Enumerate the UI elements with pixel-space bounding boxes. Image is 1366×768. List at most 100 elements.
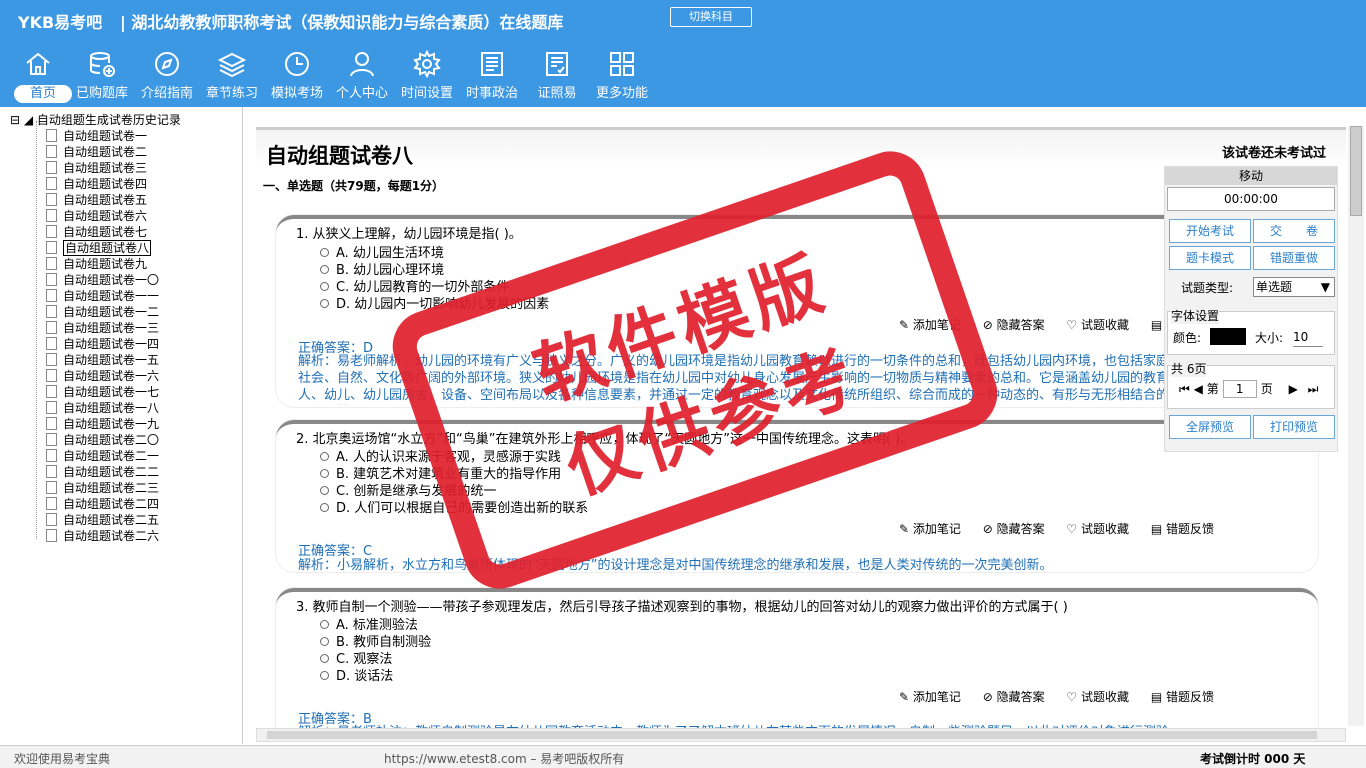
- tree-item[interactable]: 自动组题试卷一一: [46, 288, 159, 304]
- tree-item[interactable]: 自动组题试卷二六: [46, 528, 159, 544]
- next-page-icon[interactable]: ▶: [1289, 382, 1298, 396]
- font-size-input[interactable]: 10: [1293, 327, 1323, 347]
- question-type-select[interactable]: 单选题 ▼: [1253, 277, 1335, 297]
- document-icon: [46, 273, 57, 286]
- tree-item-label: 自动组题试卷二五: [63, 513, 160, 527]
- scroll-thumb[interactable]: [267, 731, 1317, 739]
- tree-item[interactable]: 自动组题试卷二二: [46, 464, 159, 480]
- radio-icon[interactable]: [320, 452, 329, 461]
- card-mode-button[interactable]: 题卡模式: [1169, 246, 1251, 270]
- hide-answer-button[interactable]: ⊘ 隐藏答案: [983, 522, 1045, 536]
- fullscreen-preview-button[interactable]: 全屏预览: [1169, 415, 1251, 439]
- tree-item-label: 自动组题试卷九: [63, 257, 148, 271]
- feedback-button[interactable]: ▤ 错题反馈: [1151, 690, 1214, 704]
- tree-item[interactable]: 自动组题试卷七: [46, 224, 147, 240]
- radio-icon[interactable]: [320, 503, 329, 512]
- scroll-thumb[interactable]: [1350, 126, 1362, 216]
- move-handle[interactable]: 移动: [1165, 167, 1337, 185]
- tree-item-label: 自动组题试卷一六: [63, 369, 160, 383]
- add-note-button[interactable]: ✎ 添加笔记: [899, 690, 961, 704]
- radio-icon[interactable]: [320, 637, 329, 646]
- start-exam-button[interactable]: 开始考试: [1169, 219, 1251, 243]
- radio-icon[interactable]: [320, 671, 329, 680]
- question-tools: ✎ 添加笔记 ⊘ 隐藏答案 ♡ 试题收藏 ▤ 错题反馈: [881, 688, 1214, 705]
- favorite-button[interactable]: ♡ 试题收藏: [1066, 690, 1129, 704]
- tree-item[interactable]: 自动组题试卷二一: [46, 448, 159, 464]
- submit-button[interactable]: 交 卷: [1253, 219, 1335, 243]
- document-icon: [46, 257, 57, 270]
- tree-item[interactable]: 自动组题试卷六: [46, 208, 147, 224]
- document-icon: [46, 289, 57, 302]
- tree-item[interactable]: 自动组题试卷八: [46, 240, 152, 256]
- nav-chapter-practice[interactable]: 章节练习: [200, 44, 264, 106]
- tree-item[interactable]: 自动组题试卷九: [46, 256, 147, 272]
- tree-item[interactable]: 自动组题试卷一五: [46, 352, 159, 368]
- user-icon: [350, 52, 374, 77]
- question-card: 3. 教师自制一个测验——带孩子参观理发店，然后引导孩子描述观察到的事物，根据幼…: [276, 588, 1318, 732]
- tree-item[interactable]: 自动组题试卷四: [46, 176, 147, 192]
- tree-item[interactable]: 自动组题试卷三: [46, 160, 147, 176]
- add-note-button[interactable]: ✎ 添加笔记: [899, 522, 961, 536]
- document-icon: [46, 449, 57, 462]
- switch-subject-button[interactable]: 切换科目: [670, 7, 752, 27]
- radio-icon[interactable]: [320, 248, 329, 257]
- tree-item-label: 自动组题试卷一九: [63, 417, 160, 431]
- nav-current-affairs[interactable]: 时事政治: [460, 44, 524, 106]
- nav-home[interactable]: 首页: [6, 44, 72, 106]
- font-color-swatch[interactable]: [1210, 328, 1246, 345]
- radio-icon[interactable]: [320, 265, 329, 274]
- tree-item[interactable]: 自动组题试卷一二: [46, 304, 159, 320]
- page-input[interactable]: 1: [1222, 380, 1257, 398]
- hide-answer-button[interactable]: ⊘ 隐藏答案: [983, 690, 1045, 704]
- radio-icon[interactable]: [320, 282, 329, 291]
- paper-title: 自动组题试卷八: [266, 144, 413, 168]
- tree-item[interactable]: 自动组题试卷一七: [46, 384, 159, 400]
- favorite-button[interactable]: ♡ 试题收藏: [1066, 318, 1129, 332]
- tree-item[interactable]: 自动组题试卷一八: [46, 400, 159, 416]
- radio-icon[interactable]: [320, 654, 329, 663]
- radio-icon[interactable]: [320, 486, 329, 495]
- tree-item[interactable]: 自动组题试卷二五: [46, 512, 159, 528]
- nav-label: 介绍指南: [140, 86, 193, 101]
- tree-item[interactable]: 自动组题试卷二〇: [46, 432, 159, 448]
- tree-item[interactable]: 自动组题试卷一〇: [46, 272, 159, 288]
- nav-guide[interactable]: 介绍指南: [135, 44, 199, 106]
- nav-certificate[interactable]: 证照易: [525, 44, 589, 106]
- nav-purchased[interactable]: 已购题库: [70, 44, 134, 106]
- tree-item[interactable]: 自动组题试卷五: [46, 192, 147, 208]
- hide-answer-button[interactable]: ⊘ 隐藏答案: [983, 318, 1045, 332]
- tool-label: 隐藏答案: [996, 522, 1045, 536]
- horizontal-scrollbar[interactable]: [256, 728, 1346, 742]
- nav-mock-exam[interactable]: 模拟考场: [265, 44, 329, 106]
- tree-item[interactable]: 自动组题试卷一六: [46, 368, 159, 384]
- vertical-scrollbar[interactable]: [1348, 126, 1364, 726]
- nav-label: 时间设置: [400, 86, 453, 101]
- print-preview-button[interactable]: 打印预览: [1253, 415, 1335, 439]
- tree-item[interactable]: 自动组题试卷二三: [46, 480, 159, 496]
- tree-item[interactable]: 自动组题试卷二四: [46, 496, 159, 512]
- tree-item[interactable]: 自动组题试卷一三: [46, 320, 159, 336]
- tree-item[interactable]: 自动组题试卷二: [46, 144, 147, 160]
- option-d[interactable]: D. 谈话法: [320, 665, 393, 684]
- tree-item-label: 自动组题试卷一二: [63, 305, 160, 319]
- option-label: D. 谈话法: [336, 669, 394, 684]
- favorite-button[interactable]: ♡ 试题收藏: [1066, 522, 1129, 536]
- nav-time-settings[interactable]: 时间设置: [395, 44, 459, 106]
- tree-item[interactable]: 自动组题试卷一: [46, 128, 147, 144]
- tree-item[interactable]: 自动组题试卷一九: [46, 416, 159, 432]
- radio-icon[interactable]: [320, 620, 329, 629]
- exam-control-panel: 移动 00:00:00 开始考试 交 卷 题卡模式 错题重做 试题类型: 单选题…: [1164, 166, 1338, 452]
- feedback-button[interactable]: ▤ 错题反馈: [1151, 522, 1214, 536]
- radio-icon[interactable]: [320, 469, 329, 478]
- first-page-icon[interactable]: ⏮: [1179, 382, 1190, 396]
- last-page-icon[interactable]: ⏭: [1308, 382, 1319, 396]
- tree-item[interactable]: 自动组题试卷一四: [46, 336, 159, 352]
- redo-wrong-button[interactable]: 错题重做: [1253, 246, 1335, 270]
- tree-item-label: 自动组题试卷二四: [63, 497, 160, 511]
- tree-item-label: 自动组题试卷八: [63, 240, 152, 256]
- nav-more[interactable]: 更多功能: [590, 44, 654, 106]
- prev-page-icon[interactable]: ◀: [1194, 382, 1203, 396]
- radio-icon[interactable]: [320, 299, 329, 308]
- nav-personal-center[interactable]: 个人中心: [330, 44, 394, 106]
- tree-item-label: 自动组题试卷一四: [63, 337, 160, 351]
